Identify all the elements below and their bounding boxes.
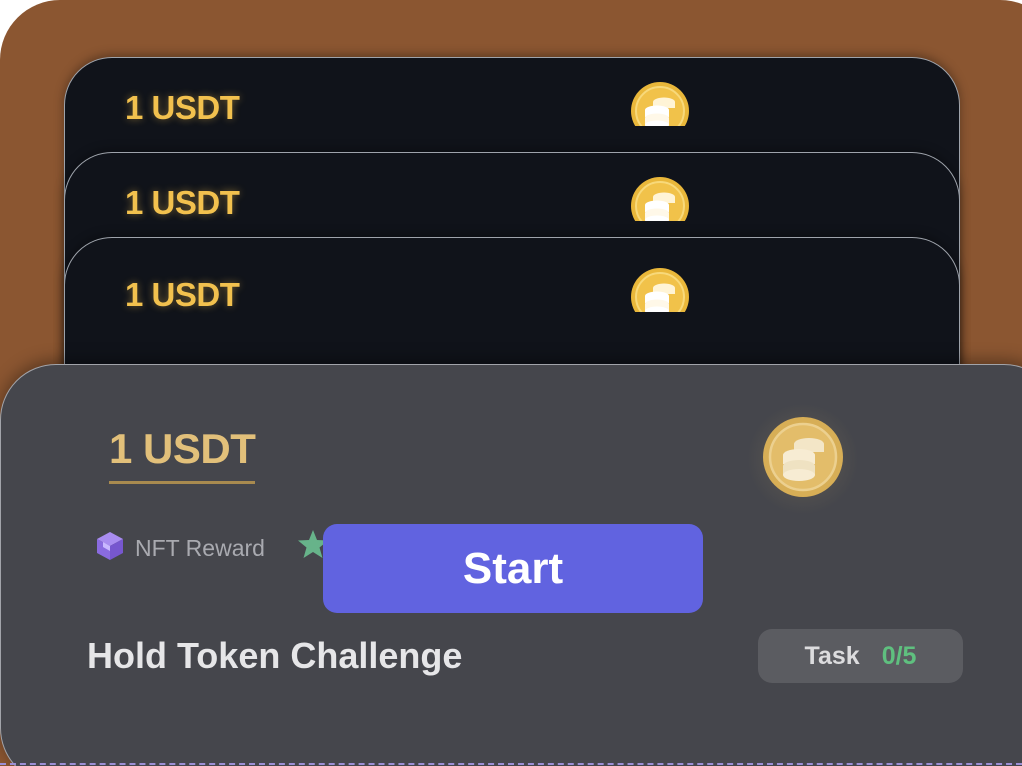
task-progress-badge: Task 0/5 — [758, 629, 963, 683]
reward-amount: 1 USDT — [125, 276, 240, 313]
divider — [0, 763, 1022, 765]
reward-type-label: NFT Reward — [135, 535, 265, 561]
coin-stack-icon — [605, 78, 715, 126]
reward-type: NFT Reward — [95, 530, 265, 567]
reward-card-stack-view: 1 USDT 1 USDT 1 USDT 1 USDT NFT Reward S… — [0, 0, 1022, 766]
coin-stack-icon — [747, 403, 859, 515]
cube-icon — [95, 530, 125, 567]
reward-amount: 1 USDT — [125, 89, 240, 126]
task-count: 0/5 — [881, 641, 917, 670]
reward-amount: 1 USDT — [125, 184, 240, 221]
coin-stack-icon — [605, 173, 715, 221]
challenge-title: Hold Token Challenge — [87, 635, 463, 676]
start-button[interactable]: Start — [323, 524, 703, 613]
reward-amount: 1 USDT — [109, 427, 256, 484]
coin-stack-icon — [605, 264, 715, 312]
task-label: Task — [804, 641, 860, 670]
active-reward-card[interactable]: 1 USDT NFT Reward Start Hold Token Chall… — [0, 364, 1022, 766]
